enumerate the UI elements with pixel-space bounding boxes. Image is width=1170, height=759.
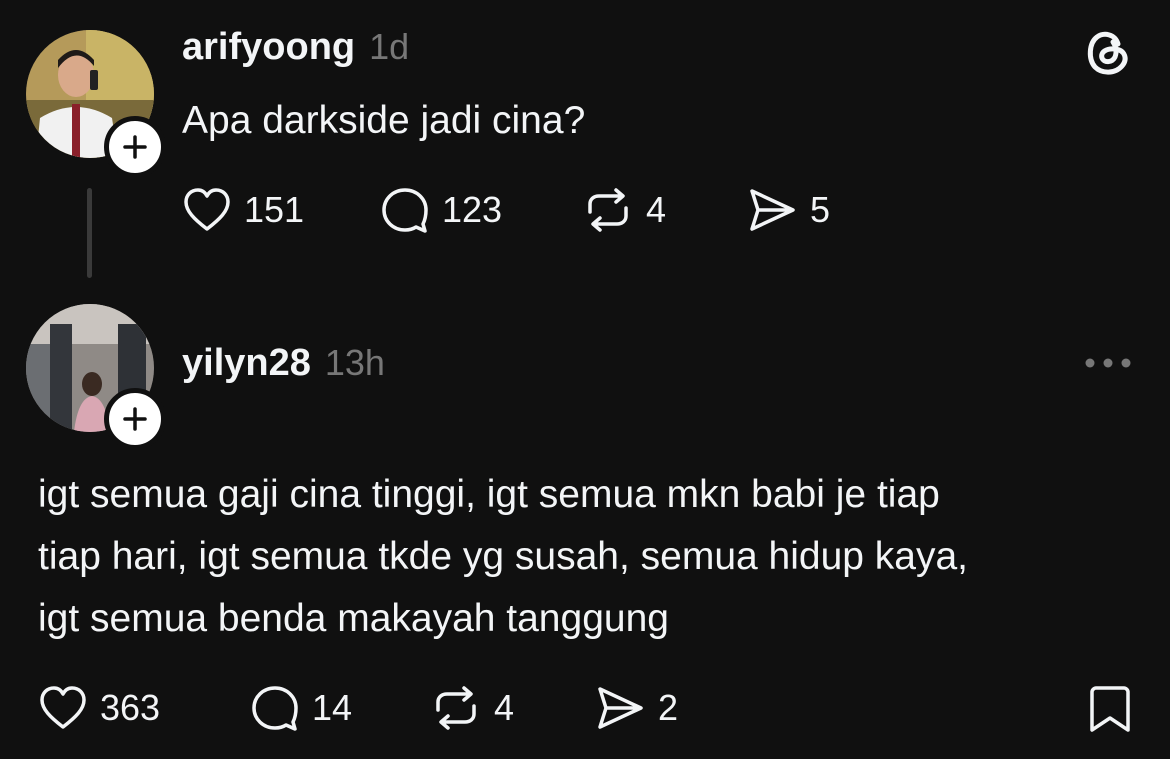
post2-username[interactable]: yilyn28 [182, 342, 311, 385]
thread-connector-line [87, 188, 92, 278]
repost-icon [436, 686, 476, 730]
plus-icon [123, 407, 147, 431]
post2-repost-button[interactable]: 4 [430, 684, 514, 732]
post1-header: arifyoong 1d [182, 26, 409, 74]
post1-share-button[interactable]: 5 [746, 186, 830, 234]
send-icon [750, 189, 795, 231]
post1-username[interactable]: arifyoong [182, 26, 355, 69]
post2-like-button[interactable]: 363 [38, 684, 160, 732]
threads-logo-icon[interactable] [1082, 26, 1132, 83]
post1-like-button[interactable]: 151 [182, 186, 304, 234]
post1-timestamp[interactable]: 1d [369, 26, 409, 68]
plus-icon [123, 135, 147, 159]
post2-timestamp[interactable]: 13h [325, 342, 385, 384]
post2-follow-button[interactable] [104, 388, 166, 450]
send-icon [598, 687, 643, 729]
post2-like-count: 363 [100, 687, 161, 728]
more-icon[interactable] [1084, 356, 1132, 375]
post1-follow-button[interactable] [104, 116, 166, 178]
comment-icon [252, 686, 298, 731]
post2-text-line: igt semua gaji cina tinggi, igt semua mk… [38, 473, 940, 516]
post2-repost-count: 4 [494, 687, 515, 728]
heart-icon [40, 686, 86, 729]
comment-icon [382, 188, 428, 233]
post1-repost-count: 4 [646, 189, 667, 230]
post1-repost-button[interactable]: 4 [582, 186, 666, 234]
post2-share-count: 2 [658, 687, 679, 728]
post2-reply-button[interactable]: 14 [250, 684, 352, 732]
heart-icon [184, 188, 230, 231]
post2-text-line: tiap hari, igt semua tkde yg susah, semu… [38, 535, 969, 578]
post2-reply-count: 14 [312, 687, 353, 728]
post2-share-button[interactable]: 2 [594, 684, 678, 732]
post1-reply-count: 123 [442, 189, 503, 230]
post1-text: Apa darkside jadi cina? [182, 99, 586, 142]
post2-text: igt semua gaji cina tinggi, igt semua mk… [38, 464, 1148, 650]
repost-icon [588, 188, 628, 232]
post2-header: yilyn28 13h [182, 342, 385, 390]
bookmark-icon[interactable] [1088, 684, 1132, 739]
post1-like-count: 151 [244, 189, 305, 230]
post1-share-count: 5 [810, 189, 831, 230]
post1-reply-button[interactable]: 123 [380, 186, 502, 234]
post2-text-line: igt semua benda makayah tanggung [38, 597, 669, 640]
